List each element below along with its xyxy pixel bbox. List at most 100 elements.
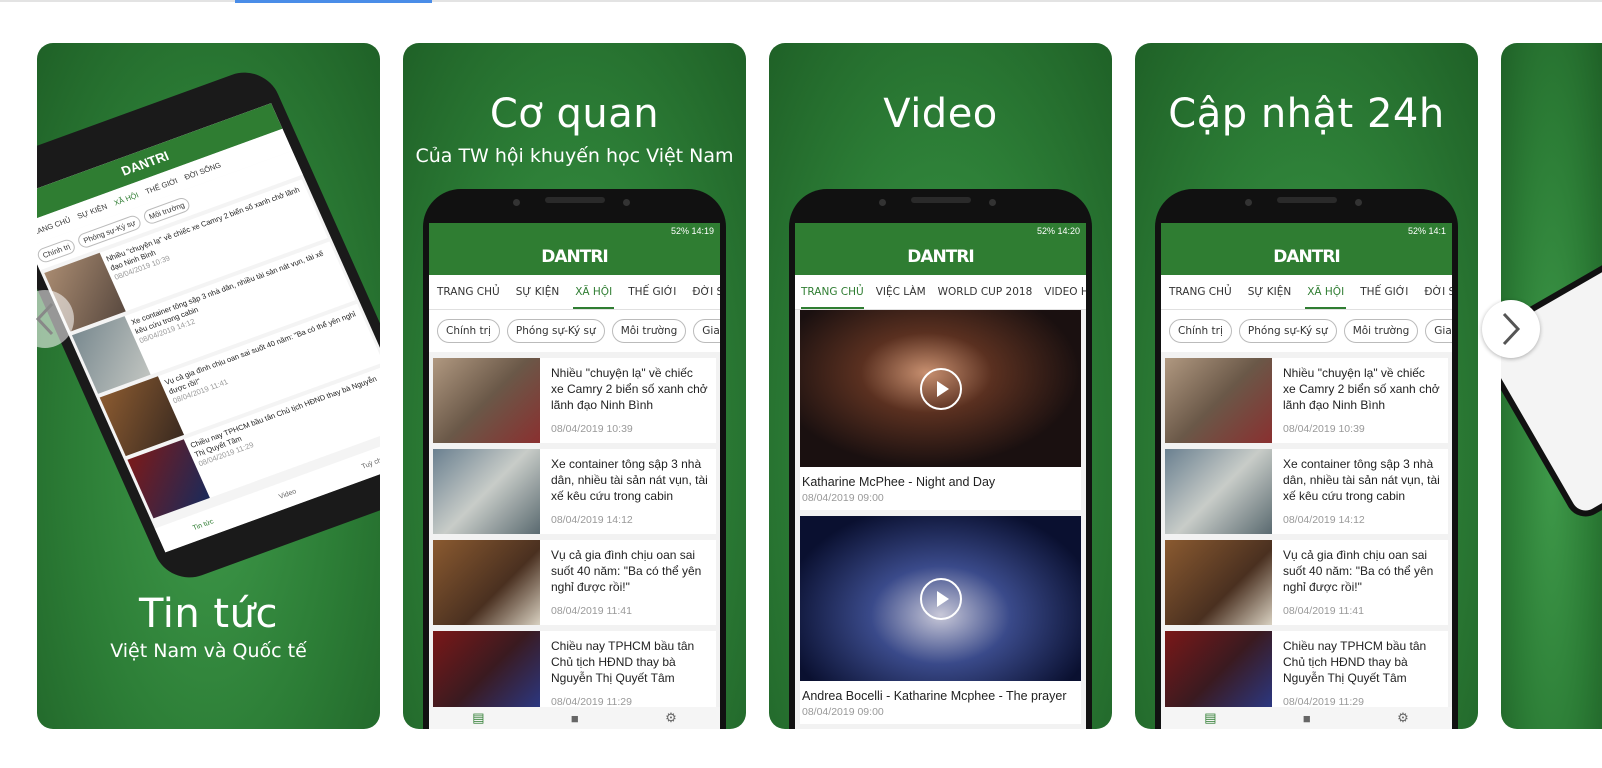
- top-divider: [0, 0, 1602, 3]
- tab-viec-lam[interactable]: VIỆC LÀM: [870, 275, 932, 309]
- scroll-indicator: [235, 0, 432, 3]
- video-title: Katharine McPhee - Night and Day: [802, 475, 996, 489]
- tab-trang-chu[interactable]: TRANG CHỦ: [795, 275, 870, 309]
- tab-su-kien[interactable]: SỰ KIỆN: [508, 275, 567, 309]
- article-title: Nhiều "chuyện lạ" về chiếc xe Camry 2 bi…: [551, 366, 708, 412]
- phone-frame: 52% 14:20 DANTRI TRANG CHỦ VIỆC LÀM WORL…: [789, 189, 1092, 729]
- list-item[interactable]: Xe container tông sập 3 nhà dân, nhiều t…: [433, 449, 716, 534]
- list-item[interactable]: Nhiều "chuyện lạ" về chiếc xe Camry 2 bi…: [1165, 358, 1448, 443]
- tab-trang-chu[interactable]: TRANG CHỦ: [1161, 275, 1240, 309]
- list-item[interactable]: Xe container tông sập 3 nhà dân, nhiều t…: [1165, 449, 1448, 534]
- article-thumbnail: [1165, 540, 1272, 625]
- screenshot-card-24h[interactable]: Cập nhật 24h 52% 14:1 DANTRI TRANG CHỦ S…: [1135, 43, 1478, 729]
- tab-trang-chu[interactable]: TRANG CHỦ: [429, 275, 508, 309]
- video-tabs: TRANG CHỦ VIỆC LÀM WORLD CUP 2018 VIDEO …: [795, 275, 1086, 310]
- article-thumbnail: [1165, 358, 1272, 443]
- tab-su-kien[interactable]: SỰ KIỆN: [76, 201, 109, 220]
- play-icon[interactable]: [919, 367, 962, 410]
- list-item[interactable]: Chiều nay TPHCM bầu tân Chủ tịch HĐND th…: [433, 631, 716, 716]
- list-item[interactable]: Nhiều "chuyện lạ" về chiếc xe Camry 2 bi…: [433, 358, 716, 443]
- tab-doi-song[interactable]: ĐỜI SỐNG: [1416, 275, 1452, 309]
- gear-icon[interactable]: ⚙: [665, 710, 677, 726]
- bottom-nav: ▤ ■ ⚙: [429, 707, 720, 729]
- chip-chinh-tri[interactable]: Chính trị: [1169, 319, 1232, 343]
- status-bar: 52% 14:1: [1161, 223, 1452, 239]
- tab-the-gioi[interactable]: THẾ GIỚI: [144, 176, 179, 196]
- tab-xa-hoi[interactable]: XÃ HỘI: [1299, 275, 1352, 309]
- previous-button[interactable]: [16, 290, 74, 348]
- article-thumbnail: [433, 631, 540, 716]
- tab-world-cup[interactable]: WORLD CUP 2018: [932, 275, 1039, 309]
- chevron-left-icon: [35, 302, 54, 336]
- screenshot-card-agency[interactable]: Cơ quan Của TW hội khuyến học Việt Nam 5…: [403, 43, 746, 729]
- card-title: Cập nhật 24h: [1168, 91, 1445, 137]
- screenshot-card-video[interactable]: Video 52% 14:20 DANTRI TRANG CHỦ VIỆC LÀ…: [769, 43, 1112, 729]
- article-title: Vụ cả gia đình chịu oan sai suốt 40 năm:…: [551, 548, 702, 594]
- chip-giao-thong[interactable]: Giao thôn: [693, 319, 720, 343]
- article-title: Xe container tông sập 3 nhà dân, nhiều t…: [551, 457, 708, 503]
- bottom-nav: ▤ ■ ⚙: [1161, 707, 1452, 729]
- topic-chips: Chính trị Phóng sự-Ký sự Môi trường Giao…: [429, 310, 720, 352]
- article-time: 08/04/2019 10:39: [1283, 423, 1365, 435]
- screenshot-card-news[interactable]: DANTRI TRANG CHỦ SỰ KIỆN XÃ HỘI THẾ GIỚI…: [37, 43, 380, 729]
- article-title: Chiều nay TPHCM bầu tân Chủ tịch HĐND th…: [1283, 639, 1427, 685]
- chip-giao-thong[interactable]: Giao thôn: [1425, 319, 1452, 343]
- article-title: Nhiều "chuyện lạ" về chiếc xe Camry 2 bi…: [1283, 366, 1440, 412]
- card-title: Video: [883, 91, 998, 137]
- chip-phong-su[interactable]: Phóng sự-Ký sự: [506, 319, 605, 343]
- next-button[interactable]: [1482, 300, 1540, 358]
- tab-the-gioi[interactable]: THẾ GIỚI: [1352, 275, 1416, 309]
- tab-doi-song[interactable]: ĐỜI SỐNG: [684, 275, 720, 309]
- video-time: 08/04/2019 09:00: [802, 492, 884, 504]
- tilted-phone: [1501, 234, 1602, 524]
- app-logo: DANTRI: [795, 239, 1086, 275]
- nav-news[interactable]: Tin tức: [192, 518, 215, 532]
- card-title: Tin tức: [139, 591, 278, 637]
- video-item[interactable]: Andrea Bocelli - Katharine Mcphee - The …: [800, 516, 1081, 724]
- video-time: 08/04/2019 09:00: [802, 706, 884, 718]
- video-item[interactable]: Katharine McPhee - Night and Day 08/04/2…: [800, 310, 1081, 510]
- chevron-right-icon: [1502, 312, 1521, 346]
- card-title: Cơ quan: [489, 91, 660, 137]
- tab-the-gioi[interactable]: THẾ GIỚI: [620, 275, 684, 309]
- tilted-phone: DANTRI TRANG CHỦ SỰ KIỆN XÃ HỘI THẾ GIỚI…: [37, 63, 380, 587]
- phone-frame: 52% 14:1 DANTRI TRANG CHỦ SỰ KIỆN XÃ HỘI…: [1155, 189, 1458, 729]
- chip-chinh-tri[interactable]: Chính trị: [437, 319, 500, 343]
- category-tabs: TRANG CHỦ SỰ KIỆN XÃ HỘI THẾ GIỚI ĐỜI SỐ…: [1161, 275, 1452, 310]
- nav-video[interactable]: Video: [278, 488, 298, 500]
- newspaper-icon[interactable]: ▤: [472, 710, 484, 726]
- screenshot-card-partial[interactable]: [1501, 43, 1602, 729]
- app-logo: DANTRI: [1161, 239, 1452, 275]
- newspaper-icon[interactable]: ▤: [1204, 710, 1216, 726]
- chip-moi-truong[interactable]: Môi trường: [1343, 319, 1419, 343]
- article-time: 08/04/2019 10:39: [551, 423, 633, 435]
- chip-phong-su[interactable]: Phóng sự-Ký sự: [1238, 319, 1337, 343]
- status-bar: 52% 14:20: [795, 223, 1086, 239]
- article-title: Vụ cả gia đình chịu oan sai suốt 40 năm:…: [1283, 548, 1434, 594]
- topic-chips: Chính trị Phóng sự-Ký sự Môi trường Giao…: [1161, 310, 1452, 352]
- status-bar: 52% 14:19: [429, 223, 720, 239]
- list-item[interactable]: Chiều nay TPHCM bầu tân Chủ tịch HĐND th…: [1165, 631, 1448, 716]
- phone-frame: 52% 14:19 DANTRI TRANG CHỦ SỰ KIỆN XÃ HỘ…: [423, 189, 726, 729]
- list-item[interactable]: Vụ cả gia đình chịu oan sai suốt 40 năm:…: [433, 540, 716, 625]
- card-subtitle: Của TW hội khuyến học Việt Nam: [415, 145, 734, 167]
- article-time: 08/04/2019 14:12: [551, 514, 633, 526]
- tab-video-hot[interactable]: VIDEO HOT: [1038, 275, 1086, 309]
- chip-chinh-tri[interactable]: Chính trị: [37, 237, 78, 264]
- video-camera-icon[interactable]: ■: [571, 711, 579, 726]
- list-item[interactable]: Vụ cả gia đình chịu oan sai suốt 40 năm:…: [1165, 540, 1448, 625]
- app-logo: DANTRI: [429, 239, 720, 275]
- article-time: 08/04/2019 11:41: [1283, 605, 1364, 617]
- nav-settings[interactable]: Tuỳ chỉnh: [360, 454, 380, 471]
- tab-su-kien[interactable]: SỰ KIỆN: [1240, 275, 1299, 309]
- article-time: 08/04/2019 11:41: [551, 605, 632, 617]
- video-camera-icon[interactable]: ■: [1303, 711, 1311, 726]
- article-thumbnail: [433, 540, 540, 625]
- tab-xa-hoi[interactable]: XÃ HỘI: [112, 190, 140, 207]
- gear-icon[interactable]: ⚙: [1397, 710, 1409, 726]
- play-icon[interactable]: [919, 577, 962, 620]
- article-title: Chiều nay TPHCM bầu tân Chủ tịch HĐND th…: [551, 639, 695, 685]
- chip-moi-truong[interactable]: Môi trường: [611, 319, 687, 343]
- tab-xa-hoi[interactable]: XÃ HỘI: [567, 275, 620, 309]
- video-thumbnail: [800, 310, 1081, 467]
